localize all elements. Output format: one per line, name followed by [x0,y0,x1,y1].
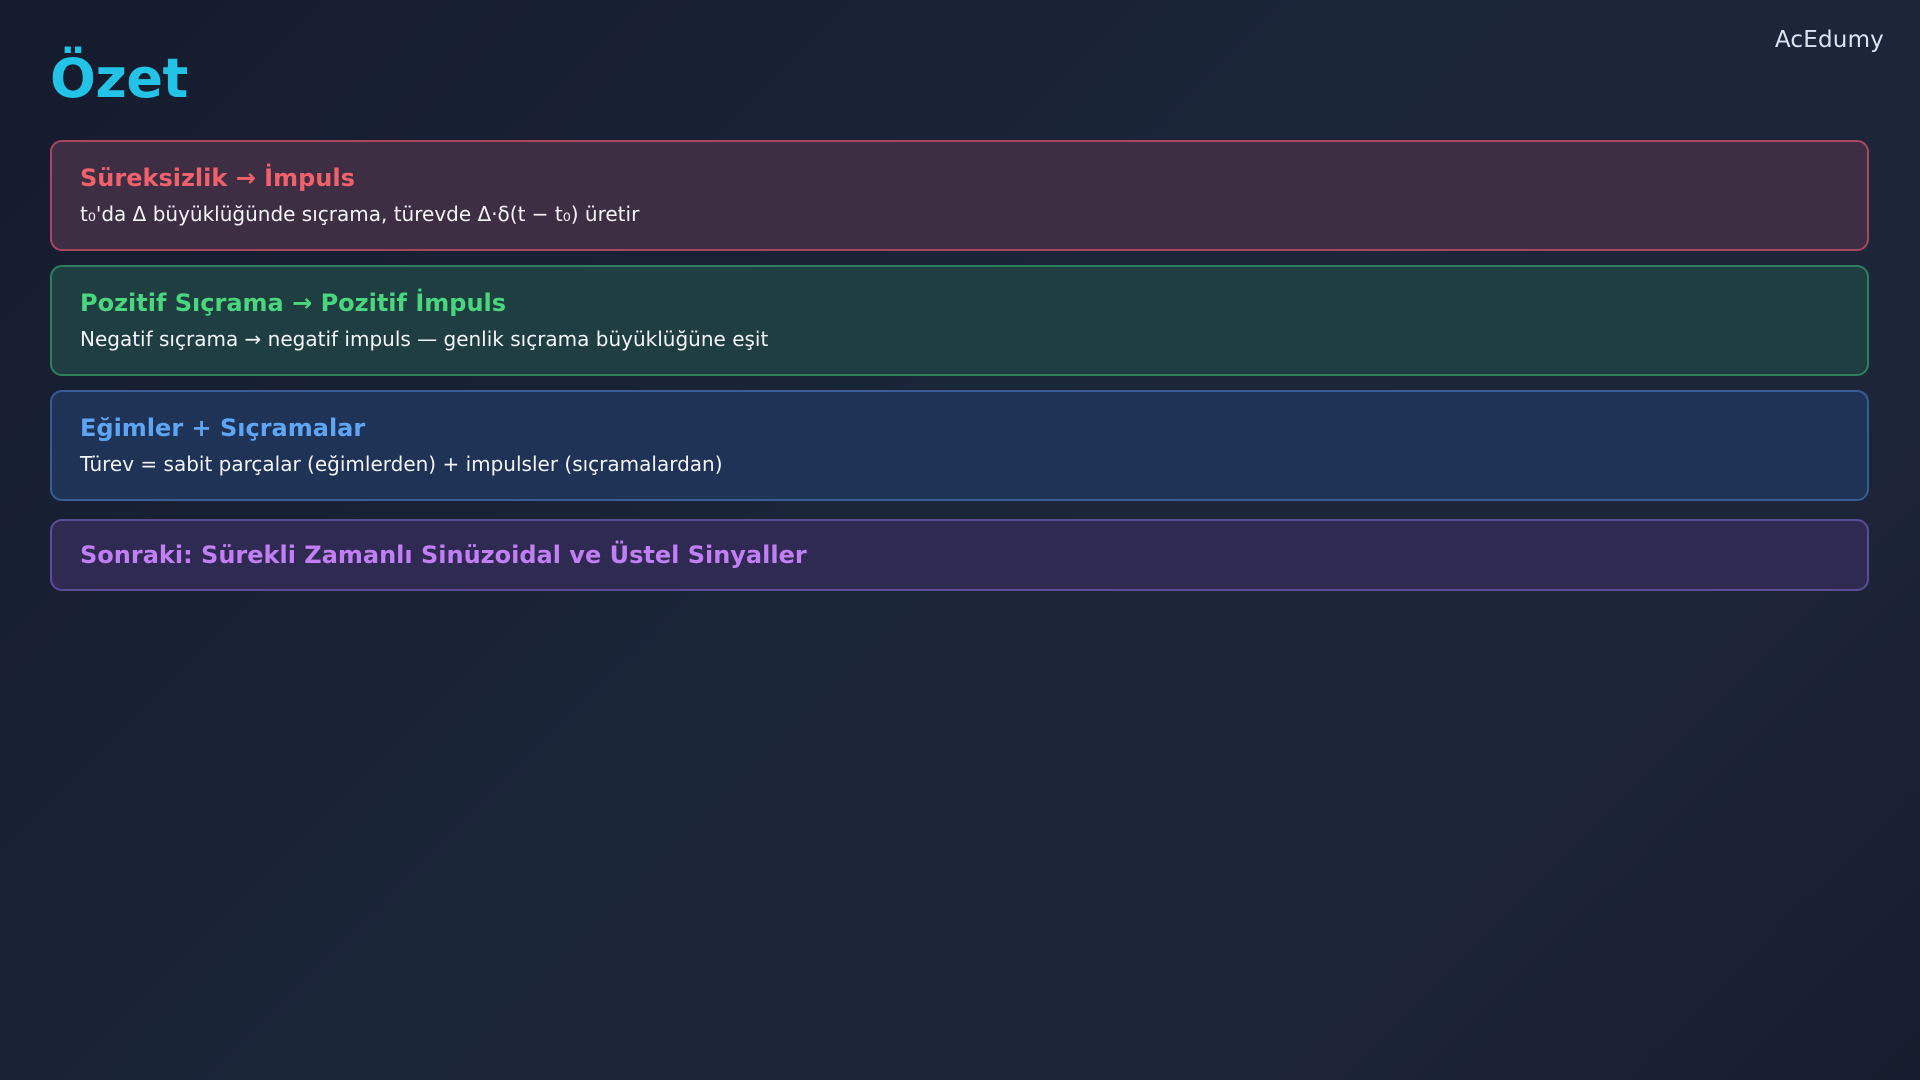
card-title: Pozitif Sıçrama → Pozitif İmpuls [80,289,507,317]
summary-card-list: Süreksizlik → İmpuls t₀'da Δ büyüklüğünd… [50,140,1869,591]
card-description: t₀'da Δ büyüklüğünde sıçrama, türevde Δ·… [80,202,640,226]
card-description: Negatif sıçrama → negatif impuls — genli… [80,327,769,351]
page-title: Özet [50,47,188,110]
card-title: Süreksizlik → İmpuls [80,164,355,192]
card-description: Türev = sabit parçalar (eğimlerden) + im… [80,452,723,476]
summary-card-positive-jump: Pozitif Sıçrama → Pozitif İmpuls Negatif… [50,265,1869,376]
summary-card-discontinuity: Süreksizlik → İmpuls t₀'da Δ büyüklüğünd… [50,140,1869,251]
summary-card-slopes-jumps: Eğimler + Sıçramalar Türev = sabit parça… [50,390,1869,501]
next-topic-card: Sonraki: Sürekli Zamanlı Sinüzoidal ve Ü… [50,519,1869,591]
brand-logo-text: AcEdumy [1774,27,1884,53]
card-title: Eğimler + Sıçramalar [80,414,366,442]
next-topic-title: Sonraki: Sürekli Zamanlı Sinüzoidal ve Ü… [80,541,807,569]
